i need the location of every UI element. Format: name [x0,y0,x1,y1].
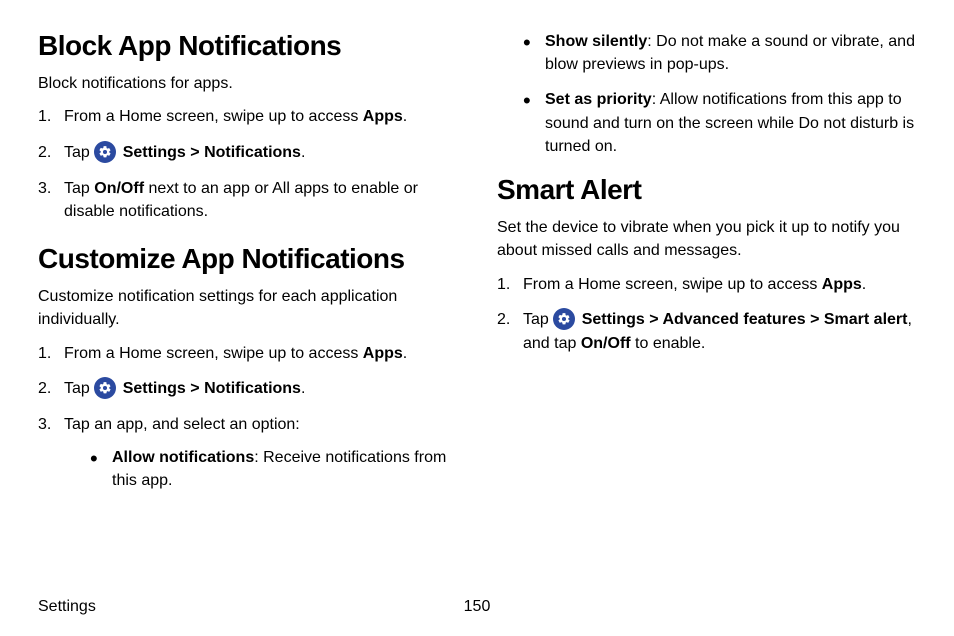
step-text: . [403,108,407,125]
settings-icon [94,377,116,399]
step-text: From a Home screen, swipe up to access [64,345,363,362]
left-column: Block App Notifications Block notificati… [38,30,457,512]
options-list: Allow notifications: Receive notificatio… [86,446,457,492]
section-customize-app-notifications: Customize App Notifications Customize no… [38,243,457,492]
page-columns: Block App Notifications Block notificati… [38,30,916,512]
bold-text: > [645,311,663,328]
bold-text: Allow notifications [112,449,254,466]
intro-text: Block notifications for apps. [38,72,457,95]
heading-customize-app-notifications: Customize App Notifications [38,243,457,275]
steps-list: From a Home screen, swipe up to access A… [38,342,457,493]
bold-text: Settings [123,380,186,397]
heading-smart-alert: Smart Alert [497,174,916,206]
settings-icon [553,308,575,330]
bold-text: > [186,380,204,397]
bold-text: Notifications [204,144,301,161]
step-item: From a Home screen, swipe up to access A… [38,105,457,128]
options-list-continued: Show silently: Do not make a sound or vi… [519,30,916,158]
page-footer: Settings 150 [38,595,916,618]
steps-list: From a Home screen, swipe up to access A… [497,273,916,355]
list-item: Allow notifications: Receive notificatio… [86,446,457,492]
bold-text: Apps [822,276,862,293]
bold-text: Show silently [545,33,647,50]
step-text: . [301,380,305,397]
bold-text: On/Off [94,180,144,197]
step-text: Tap [64,380,94,397]
step-text: . [301,144,305,161]
bold-text: Apps [363,108,403,125]
step-text: . [403,345,407,362]
settings-icon [94,141,116,163]
list-item: Show silently: Do not make a sound or vi… [519,30,916,76]
step-item: Tap Settings > Notifications. [38,141,457,165]
bold-text: On/Off [581,335,631,352]
step-text: From a Home screen, swipe up to access [523,276,822,293]
bold-text: Settings [123,144,186,161]
step-item: Tap an app, and select an option: Allow … [38,413,457,493]
section-smart-alert: Smart Alert Set the device to vibrate wh… [497,174,916,355]
steps-list: From a Home screen, swipe up to access A… [38,105,457,223]
footer-section-label: Settings [38,595,96,618]
section-block-app-notifications: Block App Notifications Block notificati… [38,30,457,223]
right-column: Show silently: Do not make a sound or vi… [497,30,916,512]
step-text: Tap an app, and select an option: [64,416,300,433]
step-item: Tap Settings > Advanced features > Smart… [497,308,916,355]
bold-text: > [186,144,204,161]
step-text: Tap [64,180,94,197]
bold-text: Advanced features [662,311,805,328]
intro-text: Customize notification settings for each… [38,285,457,331]
list-item: Set as priority: Allow notifications fro… [519,88,916,158]
intro-text: Set the device to vibrate when you pick … [497,216,916,262]
footer-page-number: 150 [464,595,491,618]
step-text: Tap [523,311,553,328]
bold-text: Apps [363,345,403,362]
bold-text: Set as priority [545,91,652,108]
heading-block-app-notifications: Block App Notifications [38,30,457,62]
step-text: From a Home screen, swipe up to access [64,108,363,125]
step-item: From a Home screen, swipe up to access A… [497,273,916,296]
step-item: From a Home screen, swipe up to access A… [38,342,457,365]
step-text: . [862,276,866,293]
bold-text: Notifications [204,380,301,397]
step-text: to enable. [631,335,706,352]
step-item: Tap Settings > Notifications. [38,377,457,401]
step-item: Tap On/Off next to an app or All apps to… [38,177,457,223]
bold-text: > [806,311,824,328]
step-text: Tap [64,144,94,161]
bold-text: Settings [582,311,645,328]
bold-text: Smart alert [824,311,908,328]
